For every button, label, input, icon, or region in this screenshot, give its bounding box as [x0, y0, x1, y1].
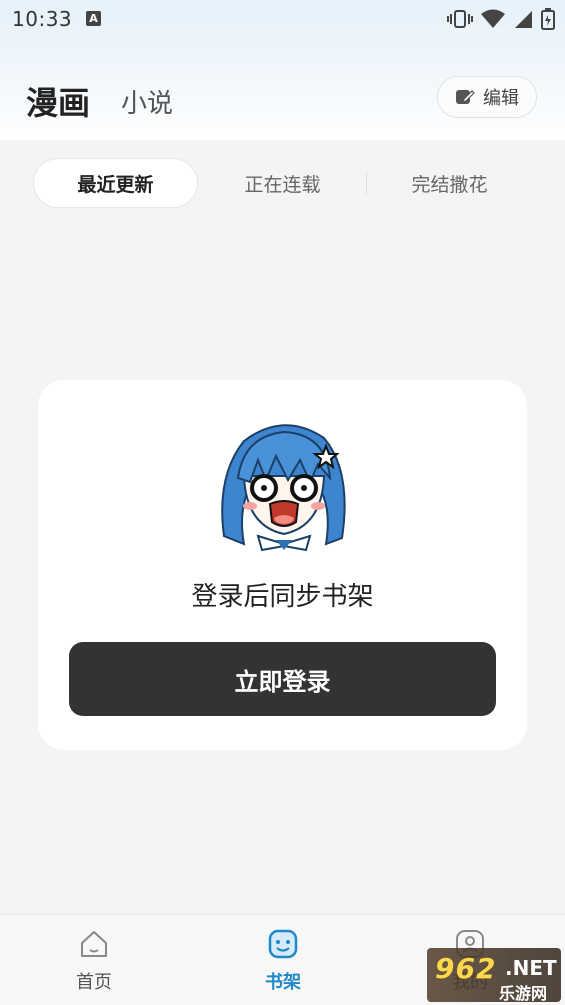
watermark-brand: 962	[435, 952, 497, 985]
home-icon	[81, 931, 107, 957]
watermark-site: 乐游网	[499, 984, 548, 1003]
nav-item-bookshelf[interactable]: 书架	[243, 929, 323, 994]
edit-label: 编辑	[483, 88, 519, 109]
status-time: 10:33	[12, 7, 73, 31]
tab-completed[interactable]: 完结撒花	[367, 158, 532, 208]
watermark-suffix: .NET	[505, 956, 557, 980]
bookshelf-icon	[268, 929, 298, 959]
anime-girl-illustration	[221, 424, 346, 552]
notification-badge: A	[86, 11, 101, 26]
login-prompt-card: 登录后同步书架 立即登录	[38, 380, 527, 750]
battery-icon	[541, 8, 555, 30]
empty-state-message: 登录后同步书架	[191, 582, 374, 612]
edit-icon	[456, 90, 475, 104]
signal-icon	[515, 11, 532, 28]
shelf-tabs: 最近更新 正在连载 完结撒花	[0, 158, 565, 210]
tab-divider	[366, 172, 367, 194]
nav-item-home[interactable]: 首页	[54, 929, 134, 994]
status-bar: 10:33 A	[0, 0, 565, 38]
site-watermark: 962 .NET 乐游网	[427, 948, 561, 1003]
tab-ongoing[interactable]: 正在连载	[200, 158, 365, 208]
tab-novels[interactable]: 小说	[121, 83, 173, 120]
edit-button[interactable]: 编辑	[437, 76, 537, 118]
nav-label-bookshelf: 书架	[265, 972, 301, 993]
login-button[interactable]: 立即登录	[69, 642, 496, 716]
tab-recent-updates[interactable]: 最近更新	[33, 158, 198, 208]
vibrate-icon	[447, 10, 473, 28]
status-icons	[447, 8, 555, 30]
wifi-icon	[481, 9, 505, 28]
page-title-comics[interactable]: 漫画	[26, 78, 90, 124]
nav-label-home: 首页	[76, 972, 112, 993]
